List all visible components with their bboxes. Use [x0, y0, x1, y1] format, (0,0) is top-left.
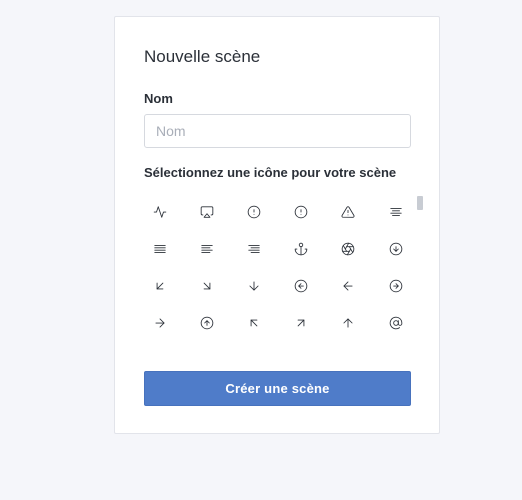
- icon-option-alert-triangle[interactable]: [325, 193, 372, 230]
- icon-option-airplay[interactable]: [183, 193, 230, 230]
- icon-option-align-right[interactable]: [230, 230, 277, 267]
- icon-option-arrow-right-circle[interactable]: [372, 267, 419, 304]
- name-input[interactable]: [144, 114, 411, 148]
- arrow-up-icon: [343, 317, 353, 328]
- align-justify-icon: [153, 244, 166, 253]
- icon-option-arrow-up-circle[interactable]: [183, 304, 230, 341]
- icon-option-arrow-left-circle[interactable]: [278, 267, 325, 304]
- icon-select-label: Sélectionnez une icône pour votre scène: [144, 165, 397, 180]
- icon-picker: [136, 193, 426, 345]
- at-sign-icon: [389, 316, 402, 329]
- arrow-up-left-icon: [250, 319, 258, 326]
- icon-option-arrow-down[interactable]: [230, 267, 277, 304]
- alert-circle-icon: [247, 205, 261, 218]
- arrow-down-right-icon: [203, 282, 211, 289]
- icon-option-arrow-down-left[interactable]: [136, 267, 183, 304]
- alert-triangle-icon: [341, 205, 355, 218]
- icon-grid: [136, 193, 419, 341]
- arrow-down-left-icon: [156, 282, 163, 289]
- icon-option-align-left[interactable]: [183, 230, 230, 267]
- icon-option-align-center[interactable]: [372, 193, 419, 230]
- icon-picker-scrollbar[interactable]: [417, 193, 423, 345]
- icon-option-alert-octagon[interactable]: [278, 193, 325, 230]
- icon-option-align-justify[interactable]: [136, 230, 183, 267]
- icon-option-anchor[interactable]: [278, 230, 325, 267]
- arrow-left-circle-icon: [294, 279, 308, 292]
- arrow-up-circle-icon: [200, 316, 214, 329]
- activity-icon: [153, 205, 166, 218]
- align-right-icon: [248, 244, 260, 253]
- icon-option-arrow-up-right[interactable]: [278, 304, 325, 341]
- arrow-left-icon: [343, 280, 353, 291]
- icon-option-activity[interactable]: [136, 193, 183, 230]
- airplay-icon: [200, 205, 214, 218]
- icon-option-arrow-up[interactable]: [325, 304, 372, 341]
- anchor-icon: [294, 242, 308, 255]
- icon-option-alert-circle[interactable]: [230, 193, 277, 230]
- icon-option-aperture[interactable]: [325, 230, 372, 267]
- arrow-right-icon: [155, 317, 165, 328]
- icon-option-arrow-down-circle[interactable]: [372, 230, 419, 267]
- icon-option-arrow-down-right[interactable]: [183, 267, 230, 304]
- name-label: Nom: [144, 91, 173, 106]
- arrow-down-circle-icon: [389, 242, 402, 255]
- scroll-thumb[interactable]: [417, 196, 423, 210]
- new-scene-dialog: Nouvelle scène Nom Sélectionnez une icôn…: [114, 16, 440, 434]
- icon-option-arrow-right[interactable]: [136, 304, 183, 341]
- dialog-title: Nouvelle scène: [144, 47, 261, 66]
- align-left-icon: [201, 244, 213, 253]
- alert-octagon-icon: [294, 205, 308, 218]
- create-scene-button[interactable]: Créer une scène: [144, 371, 411, 406]
- arrow-right-circle-icon: [389, 279, 402, 292]
- aperture-icon: [342, 242, 355, 255]
- align-center-icon: [389, 207, 402, 216]
- arrow-down-icon: [249, 280, 259, 291]
- icon-option-at-sign[interactable]: [372, 304, 419, 341]
- arrow-up-right-icon: [297, 319, 305, 326]
- icon-option-arrow-left[interactable]: [325, 267, 372, 304]
- icon-option-arrow-up-left[interactable]: [230, 304, 277, 341]
